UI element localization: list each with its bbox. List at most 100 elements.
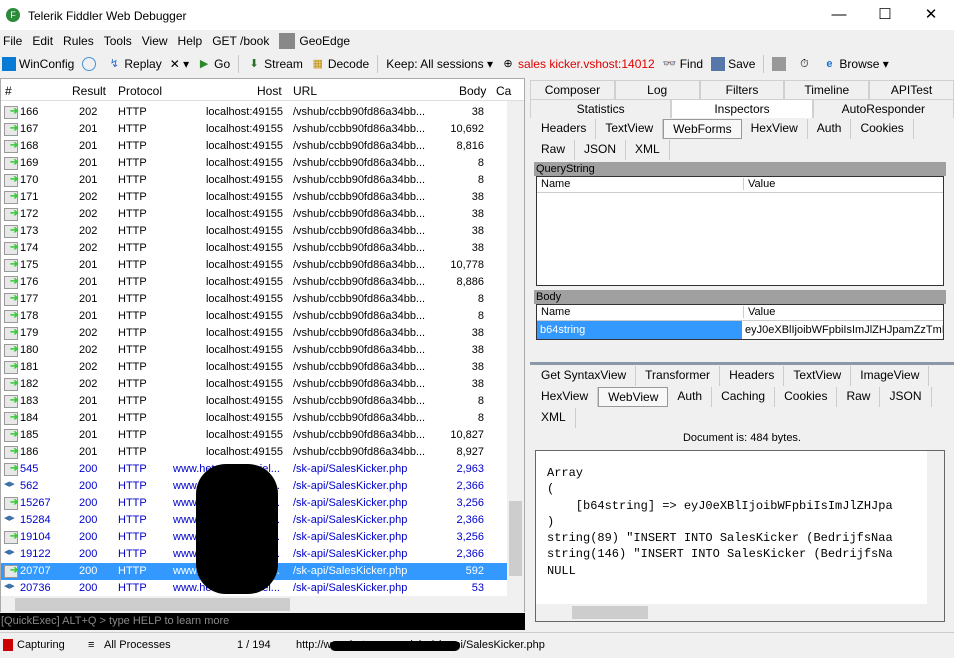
tab-inspectors[interactable]: Inspectors [671, 99, 813, 118]
col-number[interactable]: # [5, 84, 12, 98]
screenshot-button[interactable] [772, 57, 789, 71]
capturing-toggle[interactable]: Capturing [17, 639, 65, 651]
horizontal-scrollbar[interactable] [1, 596, 524, 613]
body-grid[interactable]: Name Value b64string eyJ0eXBlIjoibWFpbiIs… [536, 304, 944, 340]
quickexec-input[interactable]: [QuickExec] ALT+Q > type HELP to learn m… [0, 613, 525, 630]
resp-tab-transformer[interactable]: Transformer [636, 366, 721, 386]
session-row[interactable]: ➔ 176 201 HTTP localhost:49155/vshub/ccbb90f… [1, 274, 507, 291]
session-row[interactable]: ➔ 183 201 HTTP localhost:49155/vshub/ccbb90f… [1, 393, 507, 410]
req-tab-xml[interactable]: XML [626, 140, 670, 160]
close-button[interactable]: ✕ [908, 4, 954, 26]
resp-tab-auth[interactable]: Auth [668, 387, 713, 407]
splitter[interactable] [530, 362, 954, 365]
session-row[interactable]: ➔ 173 202 HTTP localhost:49155/vshub/ccbb90f… [1, 223, 507, 240]
comment-button[interactable] [82, 57, 99, 71]
session-row[interactable]: ➔ 178 201 HTTP localhost:49155/vshub/ccbb90f… [1, 308, 507, 325]
resp-tab-cookies[interactable]: Cookies [775, 387, 838, 407]
horizontal-scrollbar[interactable] [536, 604, 944, 621]
find-button[interactable]: 👓 Find [663, 57, 703, 71]
timer-button[interactable]: ⏱ [797, 57, 814, 71]
menu-get-book[interactable]: GET /book [212, 34, 275, 48]
tab-timeline[interactable]: Timeline [784, 80, 870, 99]
scroll-thumb[interactable] [15, 598, 290, 611]
process-target-button[interactable]: ⊕ sales kicker.vshost:14012 [501, 57, 654, 71]
session-row[interactable]: ➔ 186 201 HTTP localhost:49155/vshub/ccbb90f… [1, 444, 507, 461]
process-filter[interactable]: All Processes [104, 639, 171, 651]
col-host[interactable]: Host [257, 84, 282, 98]
resp-tab-textview[interactable]: TextView [784, 366, 852, 386]
qs-col-name[interactable]: Name [541, 178, 570, 190]
remove-button[interactable]: ✕ ▾ [170, 57, 189, 71]
body-row[interactable]: b64string eyJ0eXBlIjoibWFpbiIsImJlZHJpam… [537, 321, 943, 339]
tab-log[interactable]: Log [614, 80, 700, 99]
tab-composer[interactable]: Composer [530, 80, 615, 99]
tab-statistics[interactable]: Statistics [530, 99, 672, 118]
vertical-scrollbar[interactable] [507, 101, 524, 596]
decode-button[interactable]: ▦ Decode [311, 57, 370, 71]
resp-tab-hexview[interactable]: HexView [532, 387, 599, 407]
menu-view[interactable]: View [142, 34, 174, 48]
maximize-button[interactable]: ☐ [862, 4, 908, 26]
keep-sessions-dropdown[interactable]: Keep: All sessions ▾ [386, 57, 493, 71]
qs-col-value[interactable]: Value [743, 178, 775, 190]
resp-tab-webview[interactable]: WebView [598, 387, 669, 407]
session-row[interactable]: ➔ 171 202 HTTP localhost:49155/vshub/ccbb90f… [1, 189, 507, 206]
col-body[interactable]: Body [459, 84, 486, 98]
req-tab-textview[interactable]: TextView [596, 119, 664, 139]
session-row[interactable]: ➔ 184 201 HTTP localhost:49155/vshub/ccbb90f… [1, 410, 507, 427]
col-url[interactable]: URL [293, 84, 317, 98]
req-tab-raw[interactable]: Raw [532, 140, 576, 160]
minimize-button[interactable]: — [816, 4, 862, 26]
querystring-grid[interactable]: Name Value [536, 176, 944, 286]
tab-autoresponder[interactable]: AutoResponder [812, 99, 954, 118]
menu-edit[interactable]: Edit [32, 34, 59, 48]
resp-tab-syntaxview[interactable]: Get SyntaxView [532, 366, 637, 386]
col-protocol[interactable]: Protocol [118, 84, 162, 98]
session-row[interactable]: ➔ 179 202 HTTP localhost:49155/vshub/ccbb90f… [1, 325, 507, 342]
go-button[interactable]: ▶ Go [197, 57, 230, 71]
menu-tools[interactable]: Tools [104, 34, 138, 48]
session-row[interactable]: ➔ 181 202 HTTP localhost:49155/vshub/ccbb90f… [1, 359, 507, 376]
resp-tab-headers[interactable]: Headers [720, 366, 785, 386]
winconfig-button[interactable]: WinConfig [2, 57, 74, 71]
session-row[interactable]: ➔ 166 202 HTTP localhost:49155/vshub/ccbb90f… [1, 104, 507, 121]
session-row[interactable]: ➔ 168 201 HTTP localhost:49155/vshub/ccbb90f… [1, 138, 507, 155]
session-row[interactable]: ➔ 169 201 HTTP localhost:49155/vshub/ccbb90f… [1, 155, 507, 172]
save-button[interactable]: Save [711, 57, 755, 71]
col-caching[interactable]: Ca [496, 84, 511, 98]
browse-button[interactable]: e Browse ▾ [822, 57, 888, 71]
menu-file[interactable]: File [3, 34, 28, 48]
body-col-value[interactable]: Value [743, 306, 775, 318]
col-result[interactable]: Result [72, 84, 106, 98]
tab-filters[interactable]: Filters [699, 80, 785, 99]
resp-tab-caching[interactable]: Caching [712, 387, 776, 407]
req-tab-webforms[interactable]: WebForms [663, 119, 742, 139]
stream-button[interactable]: ⬇ Stream [247, 57, 303, 71]
req-tab-auth[interactable]: Auth [808, 119, 852, 139]
req-tab-headers[interactable]: Headers [532, 119, 597, 139]
menu-help[interactable]: Help [178, 34, 209, 48]
resp-tab-xml[interactable]: XML [532, 408, 576, 428]
sessions-list[interactable]: # Result Protocol Host URL Body Ca ➔ 166 2… [0, 78, 525, 613]
session-row[interactable]: ➔ 174 202 HTTP localhost:49155/vshub/ccbb90f… [1, 240, 507, 257]
tab-apitest[interactable]: APITest [869, 80, 954, 99]
session-row[interactable]: ➔ 177 201 HTTP localhost:49155/vshub/ccbb90f… [1, 291, 507, 308]
session-row[interactable]: ➔ 170 201 HTTP localhost:49155/vshub/ccbb90f… [1, 172, 507, 189]
session-row[interactable]: ➔ 182 202 HTTP localhost:49155/vshub/ccbb90f… [1, 376, 507, 393]
resp-tab-raw[interactable]: Raw [837, 387, 881, 407]
menu-geoedge[interactable]: GeoEdge [299, 34, 356, 48]
session-row[interactable]: ➔ 180 202 HTTP localhost:49155/vshub/ccbb90f… [1, 342, 507, 359]
session-row[interactable]: ➔ 172 202 HTTP localhost:49155/vshub/ccbb90f… [1, 206, 507, 223]
replay-button[interactable]: ↯ Replay [107, 57, 162, 71]
session-row[interactable]: ➔ 175 201 HTTP localhost:49155/vshub/ccbb90f… [1, 257, 507, 274]
session-row[interactable]: ➔ 167 201 HTTP localhost:49155/vshub/ccbb90f… [1, 121, 507, 138]
webview-content[interactable]: Array ( [b64string] => eyJ0eXBlIjoibWFpbi… [535, 450, 945, 622]
req-tab-cookies[interactable]: Cookies [851, 119, 914, 139]
menu-rules[interactable]: Rules [63, 34, 100, 48]
req-tab-hexview[interactable]: HexView [742, 119, 808, 139]
body-col-name[interactable]: Name [541, 306, 570, 318]
resp-tab-json[interactable]: JSON [880, 387, 932, 407]
session-row[interactable]: ➔ 185 201 HTTP localhost:49155/vshub/ccbb90f… [1, 427, 507, 444]
scroll-thumb[interactable] [509, 501, 522, 576]
scroll-thumb[interactable] [572, 606, 648, 619]
